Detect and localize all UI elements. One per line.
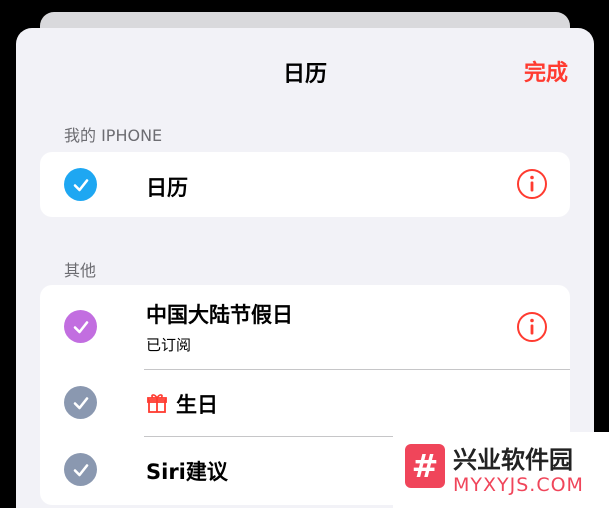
checkmark-icon[interactable] — [64, 453, 97, 486]
calendar-row-holidays[interactable]: 中国大陆节假日 已订阅 — [40, 285, 570, 369]
info-icon[interactable] — [516, 168, 548, 200]
siri-suggestions-label: Siri建议 — [146, 460, 228, 484]
checkmark-icon[interactable] — [64, 168, 97, 201]
section-header-my-iphone: 我的 IPHONE — [64, 126, 163, 145]
checkmark-icon[interactable] — [64, 310, 97, 343]
calendar-row-birthdays[interactable]: 生日 — [40, 370, 570, 436]
section-header-other: 其他 — [64, 261, 97, 280]
info-icon[interactable] — [516, 311, 548, 343]
watermark-logo: # — [405, 444, 445, 488]
gift-icon — [147, 394, 167, 413]
checkmark-icon[interactable] — [64, 386, 97, 419]
calendar-label: 日历 — [146, 176, 188, 200]
done-button[interactable]: 完成 — [524, 55, 568, 87]
page-title: 日历 — [282, 62, 327, 87]
holidays-label: 中国大陆节假日 — [146, 303, 293, 327]
birthdays-label: 生日 — [176, 393, 218, 417]
my-iphone-group: 日历 — [40, 152, 570, 217]
subscribed-label: 已订阅 — [146, 336, 192, 354]
watermark-url: MYXYJS.COM — [453, 474, 584, 496]
calendar-row-iphone[interactable]: 日历 — [40, 152, 570, 217]
watermark: # 兴业软件园 MYXYJS.COM — [393, 432, 609, 508]
watermark-title: 兴业软件园 — [453, 446, 573, 474]
